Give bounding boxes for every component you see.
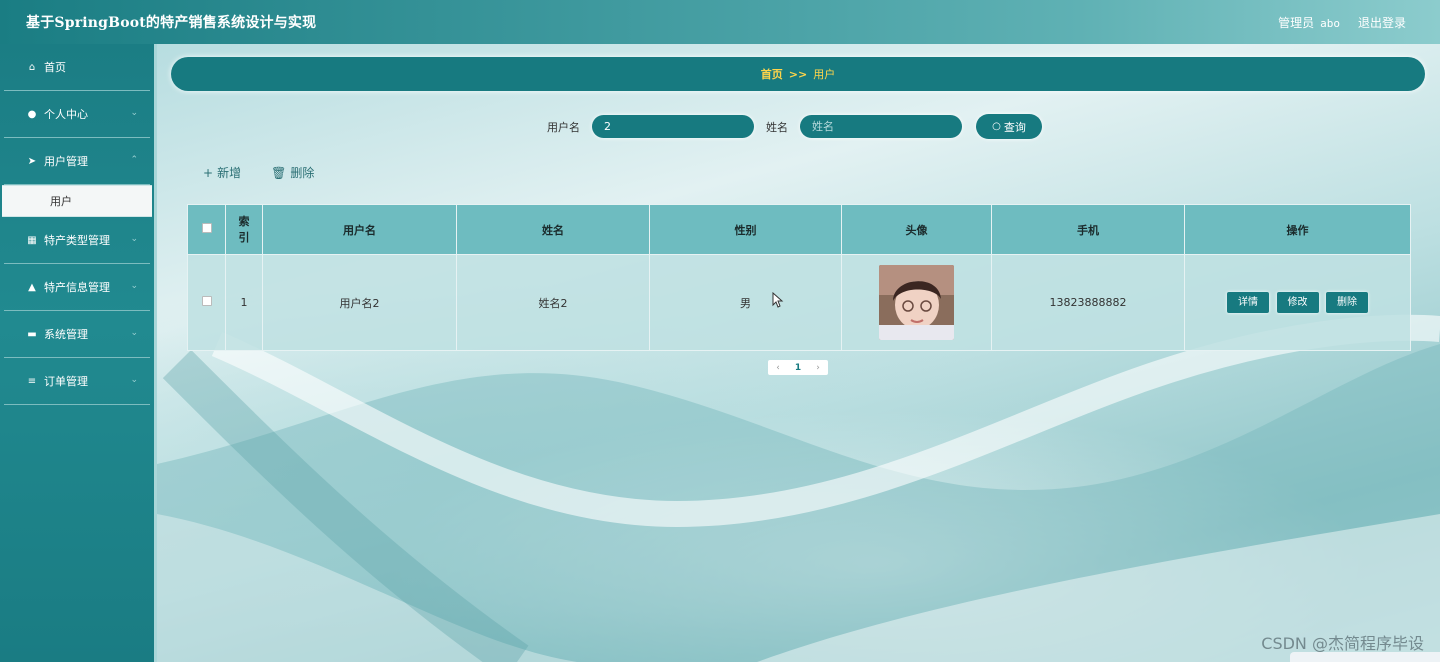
- cell-phone: 13823888882: [991, 254, 1185, 351]
- edit-button[interactable]: 修改: [1276, 292, 1319, 313]
- pagination: ‹ 1 ›: [768, 360, 828, 375]
- chevron-down-icon: ⌄: [130, 108, 138, 118]
- sidebar-item-product-info[interactable]: ▲ 特产信息管理 ⌄: [4, 264, 150, 311]
- prev-page-button[interactable]: ‹: [768, 363, 788, 373]
- watermark: CSDN @杰简程序毕设: [1261, 634, 1424, 653]
- name-input[interactable]: [800, 115, 962, 138]
- row-select-cell: [187, 254, 226, 351]
- batch-delete-button[interactable]: 🗑 删除: [271, 164, 314, 181]
- header-right: 管理员 abo 退出登录: [1278, 14, 1406, 31]
- trash-icon: 🗑: [271, 165, 287, 180]
- column-header-index: 索引: [225, 204, 263, 255]
- chevron-down-icon: ⌄: [130, 375, 138, 385]
- sidebar-item-system[interactable]: ▬ 系统管理 ⌄: [4, 311, 150, 358]
- next-page-button[interactable]: ›: [808, 363, 828, 373]
- table-row: 1 用户名2 姓名2 男 13823888882 详情 修改 删除: [187, 254, 1411, 351]
- breadcrumb: 首页 >> 用户: [171, 57, 1425, 91]
- home-icon: ⌂: [28, 61, 36, 73]
- column-header-name: 姓名: [456, 204, 650, 255]
- sidebar-item-personal-center[interactable]: ● 个人中心 ⌄: [4, 91, 150, 138]
- detail-button[interactable]: 详情: [1227, 292, 1269, 313]
- search-button-label: 查询: [1003, 120, 1026, 134]
- system-tray: [1290, 652, 1440, 662]
- sidebar-item-user-management[interactable]: ➤ 用户管理 ⌃: [4, 138, 150, 185]
- select-all-checkbox[interactable]: [201, 223, 212, 233]
- row-checkbox[interactable]: [201, 296, 212, 306]
- chevron-down-icon: ⌄: [130, 281, 138, 291]
- table-header-row: 索引 用户名 姓名 性别 头像 手机 操作: [187, 204, 1411, 255]
- cell-gender: 男: [649, 254, 842, 351]
- sidebar-item-label: 首页: [44, 61, 66, 74]
- column-header-phone: 手机: [991, 204, 1185, 255]
- add-button[interactable]: + 新增: [203, 164, 241, 181]
- top-header: 基于SpringBoot的特产销售系统设计与实现 管理员 abo 退出登录: [0, 0, 1440, 44]
- sidebar-item-product-type[interactable]: ▦ 特产类型管理 ⌄: [4, 217, 150, 264]
- breadcrumb-separator: >>: [788, 67, 808, 81]
- send-icon: ➤: [27, 155, 37, 167]
- column-header-avatar: 头像: [841, 204, 992, 255]
- chevron-down-icon: ⌄: [130, 234, 138, 244]
- cell-avatar: [841, 254, 992, 351]
- select-all-cell: [187, 204, 226, 255]
- thumb-icon: ▲: [28, 281, 36, 293]
- action-bar: + 新增 🗑 删除: [203, 164, 314, 181]
- sidebar-subitem-label: 用户: [50, 195, 72, 208]
- sidebar-item-label: 个人中心: [44, 108, 88, 121]
- plus-icon: +: [203, 165, 214, 180]
- cell-index: 1: [225, 254, 263, 351]
- add-button-label: 新增: [217, 166, 242, 180]
- username-label: 用户名: [547, 120, 580, 134]
- name-label: 姓名: [766, 120, 788, 134]
- sidebar-item-label: 系统管理: [44, 328, 88, 341]
- column-header-gender: 性别: [649, 204, 842, 255]
- cell-username: 用户名2: [262, 254, 457, 351]
- user-table: 索引 用户名 姓名 性别 头像 手机 操作 1 用户名2 姓名2 男 13823…: [187, 204, 1411, 351]
- search-bar: 用户名 姓名 ○ 查询: [547, 114, 1042, 139]
- search-icon: ○: [992, 121, 1001, 132]
- column-header-username: 用户名: [262, 204, 457, 255]
- app-title: 基于SpringBoot的特产销售系统设计与实现: [26, 15, 317, 31]
- breadcrumb-home[interactable]: 首页: [761, 66, 783, 82]
- logout-link[interactable]: 退出登录: [1358, 14, 1406, 31]
- delete-button[interactable]: 删除: [1326, 292, 1368, 313]
- delete-button-label: 删除: [290, 166, 315, 180]
- avatar: [879, 265, 954, 340]
- search-button[interactable]: ○ 查询: [976, 114, 1042, 139]
- mouse-cursor-icon: [772, 292, 784, 308]
- chevron-down-icon: ⌄: [130, 328, 138, 338]
- grid-icon: ▦: [27, 234, 37, 246]
- sidebar-item-orders[interactable]: ≡ 订单管理 ⌄: [4, 358, 150, 405]
- list-icon: ≡: [27, 375, 37, 387]
- sidebar-item-label: 用户管理: [44, 155, 88, 168]
- main-content: 首页 >> 用户 用户名 姓名 ○ 查询 + 新增 🗑 删除: [157, 44, 1440, 662]
- chevron-up-icon: ⌃: [130, 155, 138, 165]
- sidebar-item-label: 特产类型管理: [44, 234, 110, 247]
- user-name: abo: [1320, 16, 1340, 30]
- username-input[interactable]: [592, 115, 754, 138]
- user-info: 管理员 abo: [1278, 14, 1340, 31]
- sidebar-item-home[interactable]: ⌂ 首页: [4, 44, 150, 91]
- sidebar-item-label: 特产信息管理: [44, 281, 110, 294]
- monitor-icon: ▬: [27, 328, 37, 340]
- page-number[interactable]: 1: [788, 363, 808, 373]
- sidebar-item-label: 订单管理: [44, 375, 88, 388]
- cell-name: 姓名2: [456, 254, 650, 351]
- breadcrumb-current: 用户: [813, 68, 836, 81]
- user-icon: ●: [27, 108, 37, 120]
- user-role: 管理员: [1278, 15, 1315, 30]
- sidebar-subitem-user[interactable]: 用户: [2, 185, 152, 217]
- column-header-operation: 操作: [1184, 204, 1411, 255]
- cell-operations: 详情 修改 删除: [1184, 254, 1411, 351]
- sidebar: ⌂ 首页 ● 个人中心 ⌄ ➤ 用户管理 ⌃ 用户 ▦ 特产类型管理 ⌄ ▲ 特…: [0, 44, 157, 662]
